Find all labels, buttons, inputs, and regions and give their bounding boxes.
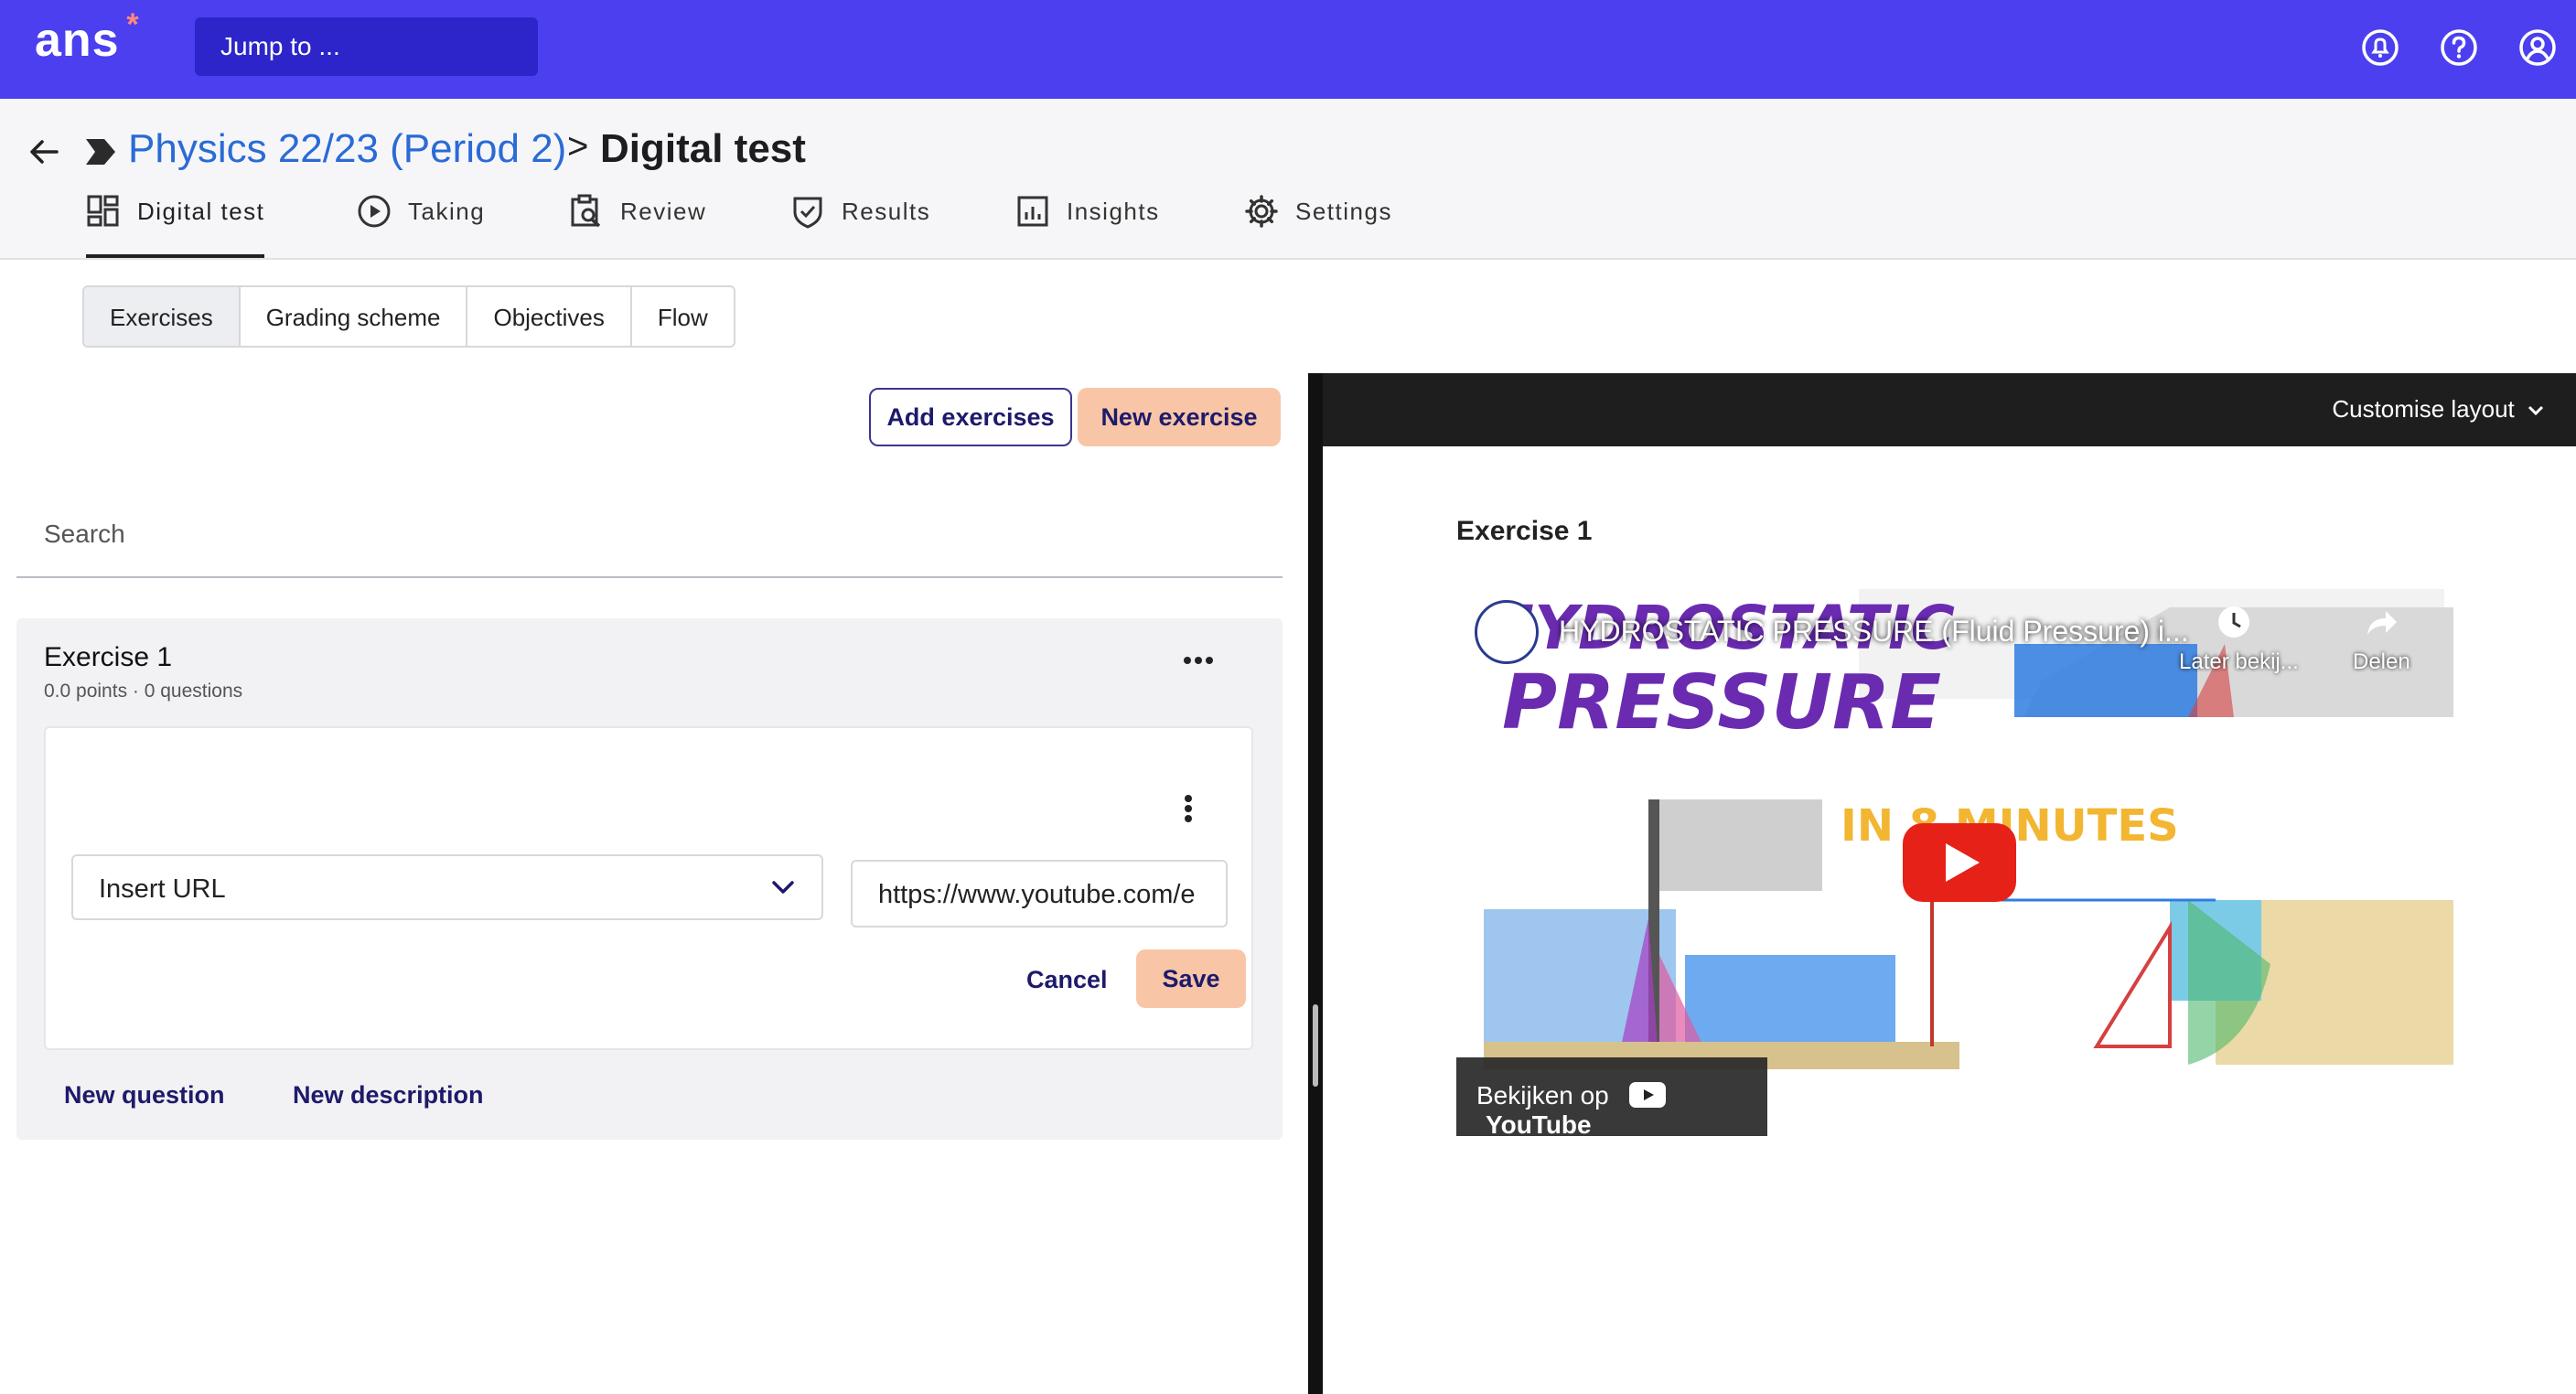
share-button[interactable]: Delen (2353, 611, 2410, 675)
youtube-wordmark: YouTube (1486, 1110, 1592, 1139)
tab-label: Taking (408, 198, 486, 225)
play-icon (358, 195, 391, 228)
youtube-embed[interactable]: HYDROSTATIC PRESSURE IN 8 MINUTES HYDROS… (1456, 580, 2461, 1140)
question-more-icon[interactable] (1184, 794, 1193, 823)
subtab-exercises[interactable]: Exercises (84, 287, 241, 346)
tab-label: Results (842, 198, 931, 225)
logo-star: * (126, 7, 140, 42)
select-value: Insert URL (99, 874, 226, 904)
chevron-down-icon (772, 881, 794, 894)
notifications-icon[interactable] (2358, 26, 2402, 70)
youtube-logo-icon (1628, 1082, 1666, 1108)
logo-text: ans (35, 14, 120, 67)
video-thumbnail: HYDROSTATIC PRESSURE IN 8 MINUTES (1456, 580, 2461, 1140)
exercise-title: Exercise 1 (44, 642, 173, 672)
breadcrumb-separator: > (567, 126, 589, 166)
panel-splitter[interactable] (1308, 373, 1323, 1394)
tab-insights[interactable]: Insights (1015, 196, 1160, 258)
gear-icon (1245, 195, 1278, 228)
page-header: Physics 22/23 (Period 2) > Digital test … (0, 99, 2576, 260)
grid-icon (87, 195, 119, 227)
subtab-flow[interactable]: Flow (632, 287, 734, 346)
help-icon[interactable] (2437, 26, 2481, 70)
new-description-button[interactable]: New description (293, 1081, 484, 1110)
top-bar: ans * Jump to ... (0, 0, 2576, 99)
tab-label: Insights (1067, 198, 1160, 225)
chart-icon (1017, 196, 1048, 227)
share-icon (2367, 611, 2397, 635)
subtab-group: Exercises Grading scheme Objectives Flow (82, 285, 735, 348)
breadcrumb-chevron-icon (86, 139, 115, 165)
video-title[interactable]: HYDROSTATIC PRESSURE (Fluid Pressure) i.… (1559, 615, 2189, 649)
page-title: Digital test (600, 126, 806, 171)
preview-exercise-title: Exercise 1 (1456, 516, 1593, 546)
watch-on-label: Bekijken op (1476, 1081, 1609, 1110)
watch-later-button[interactable]: Later bekij... (2179, 606, 2299, 675)
add-exercises-button[interactable]: Add exercises (869, 388, 1072, 446)
search-input[interactable]: Search (16, 494, 1283, 578)
tab-review[interactable]: Review (569, 194, 707, 258)
splitter-grip[interactable] (1313, 1004, 1318, 1087)
clock-icon (2218, 606, 2249, 638)
app-logo[interactable]: ans * (35, 7, 139, 68)
tab-digital-test[interactable]: Digital test (86, 195, 265, 258)
back-arrow-icon[interactable] (26, 134, 62, 170)
jump-to-search[interactable]: Jump to ... (195, 17, 538, 76)
customise-layout-label: Customise layout (2332, 395, 2515, 423)
watch-later-label: Later bekij... (2179, 649, 2299, 674)
subtab-grading-scheme[interactable]: Grading scheme (241, 287, 468, 346)
preview-toolbar: Customise layout (1323, 373, 2576, 446)
url-input[interactable]: https://www.youtube.com/e (851, 860, 1228, 928)
breadcrumb-course-link[interactable]: Physics 22/23 (Period 2) (128, 126, 566, 172)
customise-layout-button[interactable]: Customise layout (2332, 395, 2545, 424)
shield-check-icon (793, 197, 822, 229)
tab-taking[interactable]: Taking (357, 195, 486, 258)
exercise-meta: 0.0 points · 0 questions (44, 681, 243, 702)
chevron-down-icon (2528, 405, 2544, 416)
tab-settings[interactable]: Settings (1244, 195, 1392, 258)
review-icon (571, 194, 601, 228)
new-question-button[interactable]: New question (64, 1081, 225, 1110)
watch-on-youtube-button[interactable]: Bekijken op YouTube (1456, 1057, 1767, 1139)
tab-label: Settings (1295, 198, 1392, 225)
exercise-more-icon[interactable] (1182, 655, 1215, 666)
thumb-headline-2: PRESSURE (1502, 659, 1941, 746)
save-button[interactable]: Save (1136, 949, 1246, 1008)
share-label: Delen (2353, 649, 2410, 674)
account-icon[interactable] (2516, 26, 2560, 70)
question-editor: Insert URL https://www.youtube.com/e Can… (44, 726, 1253, 1050)
new-exercise-button[interactable]: New exercise (1078, 388, 1281, 446)
content-type-select[interactable]: Insert URL (71, 854, 823, 920)
tab-results[interactable]: Results (790, 197, 931, 258)
cancel-button[interactable]: Cancel (1026, 966, 1108, 994)
tab-label: Review (620, 198, 707, 225)
tab-label: Digital test (137, 198, 265, 225)
channel-avatar[interactable] (1475, 600, 1539, 664)
subtab-objectives[interactable]: Objectives (467, 287, 632, 346)
exercise-card: Exercise 1 0.0 points · 0 questions Inse… (16, 618, 1283, 1140)
